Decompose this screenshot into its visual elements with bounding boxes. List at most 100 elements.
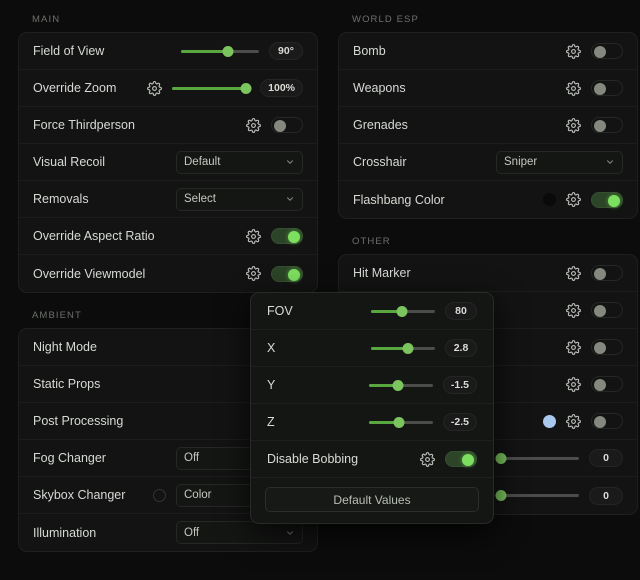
card-world-esp: BombWeaponsGrenadesCrosshairSniperFlashb…: [338, 32, 638, 219]
toggle-switch[interactable]: [271, 228, 303, 244]
row-controls: [543, 413, 623, 429]
slider-thumb[interactable]: [403, 343, 414, 354]
row-controls: [566, 376, 623, 392]
slider-thumb[interactable]: [392, 380, 403, 391]
slider[interactable]: [172, 81, 250, 95]
dropdown[interactable]: Select: [176, 188, 303, 211]
slider[interactable]: [369, 378, 433, 392]
row-controls: [566, 302, 623, 318]
gear-icon[interactable]: [420, 452, 435, 467]
toggle-switch[interactable]: [271, 266, 303, 282]
value-display: -2.5: [443, 413, 477, 431]
slider-thumb[interactable]: [241, 83, 252, 94]
toggle-switch[interactable]: [591, 413, 623, 429]
row-controls: 2.8: [371, 339, 477, 357]
slider-fill: [172, 87, 246, 90]
toggle-knob: [594, 305, 606, 317]
settings-row: Force Thirdperson: [19, 107, 317, 144]
settings-row: FOV80: [251, 293, 493, 330]
gear-icon[interactable]: [566, 192, 581, 207]
value-display: 0: [589, 449, 623, 467]
gear-icon[interactable]: [147, 81, 162, 96]
toggle-knob: [594, 379, 606, 391]
gear-icon[interactable]: [566, 118, 581, 133]
gear-icon[interactable]: [566, 266, 581, 281]
settings-row: Field of View90°: [19, 33, 317, 70]
dropdown[interactable]: Sniper: [496, 151, 623, 174]
toggle-switch[interactable]: [591, 80, 623, 96]
row-controls: 90°: [181, 42, 303, 60]
row-label: Bomb: [353, 44, 566, 58]
row-controls: -1.5: [369, 376, 477, 394]
toggle-switch[interactable]: [445, 451, 477, 467]
gear-icon[interactable]: [566, 44, 581, 59]
row-controls: [566, 43, 623, 59]
toggle-switch[interactable]: [591, 376, 623, 392]
slider-track: [501, 494, 579, 497]
settings-row: Y -1.5: [251, 367, 493, 404]
row-label: Y: [267, 378, 369, 392]
gear-icon[interactable]: [566, 81, 581, 96]
settings-row: Hit Marker: [339, 255, 637, 292]
settings-row: Override Zoom100%: [19, 70, 317, 107]
slider[interactable]: [501, 451, 579, 465]
color-swatch[interactable]: [543, 415, 556, 428]
slider-thumb[interactable]: [393, 417, 404, 428]
settings-row: Bomb: [339, 33, 637, 70]
gear-icon[interactable]: [566, 377, 581, 392]
row-controls: 0: [501, 449, 623, 467]
gear-icon[interactable]: [246, 266, 261, 281]
popup-rows: FOV80X2.8Y-1.5Z-2.5Disable Bobbing: [251, 293, 493, 478]
toggle-knob: [594, 46, 606, 58]
row-label: Override Zoom: [33, 81, 147, 95]
slider-thumb[interactable]: [396, 306, 407, 317]
toggle-switch[interactable]: [591, 43, 623, 59]
slider[interactable]: [369, 415, 433, 429]
slider[interactable]: [371, 304, 435, 318]
row-controls: [566, 265, 623, 281]
slider-thumb[interactable]: [496, 490, 507, 501]
slider-thumb[interactable]: [496, 453, 507, 464]
row-controls: Default: [176, 151, 303, 174]
slider[interactable]: [501, 489, 579, 503]
value-display: -1.5: [443, 376, 477, 394]
settings-row: CrosshairSniper: [339, 144, 637, 181]
viewmodel-settings-popup: FOV80X2.8Y-1.5Z-2.5Disable Bobbing Defau…: [250, 292, 494, 524]
dropdown[interactable]: Default: [176, 151, 303, 174]
default-values-button[interactable]: Default Values: [265, 487, 479, 512]
toggle-switch[interactable]: [591, 192, 623, 208]
slider[interactable]: [371, 341, 435, 355]
row-controls: [420, 451, 477, 467]
section-label-main: MAIN: [32, 14, 318, 25]
gear-icon[interactable]: [246, 118, 261, 133]
row-controls: Select: [176, 188, 303, 211]
toggle-switch[interactable]: [591, 339, 623, 355]
gear-icon[interactable]: [566, 414, 581, 429]
row-controls: 0: [501, 487, 623, 505]
row-controls: [246, 228, 303, 244]
gear-icon[interactable]: [246, 229, 261, 244]
slider[interactable]: [181, 44, 259, 58]
toggle-switch[interactable]: [271, 117, 303, 133]
slider-thumb[interactable]: [222, 46, 233, 57]
row-controls: [566, 117, 623, 133]
settings-row: Weapons: [339, 70, 637, 107]
settings-row: Flashbang Color: [339, 181, 637, 218]
dropdown[interactable]: Off: [176, 521, 303, 544]
color-swatch[interactable]: [153, 489, 166, 502]
row-label: Removals: [33, 192, 176, 206]
color-swatch[interactable]: [543, 193, 556, 206]
toggle-switch[interactable]: [591, 117, 623, 133]
toggle-knob: [288, 231, 300, 243]
settings-row: RemovalsSelect: [19, 181, 317, 218]
row-controls: [246, 266, 303, 282]
toggle-switch[interactable]: [591, 302, 623, 318]
gear-icon[interactable]: [566, 340, 581, 355]
toggle-switch[interactable]: [591, 265, 623, 281]
row-label: Crosshair: [353, 155, 496, 169]
gear-icon[interactable]: [566, 303, 581, 318]
settings-row: Grenades: [339, 107, 637, 144]
section-label-world-esp: WORLD ESP: [352, 14, 638, 25]
row-controls: [543, 192, 623, 208]
settings-row: Z-2.5: [251, 404, 493, 441]
